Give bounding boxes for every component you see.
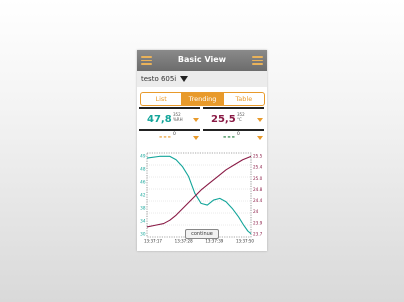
page-title: Basic View xyxy=(177,55,227,64)
right-axis-tick-label: 24.4 xyxy=(253,198,263,203)
left-axis-tick-label: 49 xyxy=(140,154,146,159)
chevron-down-icon[interactable] xyxy=(193,136,199,140)
plot-area xyxy=(146,152,252,238)
x-axis-tick-label: 13:37:50 xyxy=(236,239,254,244)
hamburger-menu-icon[interactable] xyxy=(252,56,263,65)
x-axis-tick-label: 13:37:28 xyxy=(175,239,193,244)
empty-sup-1: 0 xyxy=(173,132,176,137)
view-tabs: List Trending Table xyxy=(140,92,265,106)
top-bar: Basic View xyxy=(137,50,267,71)
left-axis-tick-label: 48 xyxy=(140,167,146,172)
humidity-unit: %RH xyxy=(173,117,183,122)
device-selector[interactable]: testo 605i xyxy=(137,71,267,87)
right-axis-tick-label: 25.5 xyxy=(253,154,263,159)
humidity-tile[interactable]: 47,8 352 %RH xyxy=(139,107,200,129)
left-axis-tick-label: 38 xyxy=(140,206,146,211)
tab-list[interactable]: List xyxy=(141,93,183,105)
right-axis-tick-label: 24.8 xyxy=(253,187,263,192)
empty-tile-2[interactable]: --- 0 xyxy=(203,129,264,145)
right-axis-tick-label: 23.9 xyxy=(253,220,263,225)
empty-sup-2: 0 xyxy=(237,132,240,137)
left-axis-tick-label: 30 xyxy=(140,232,146,237)
right-axis-tick-label: 25.4 xyxy=(253,165,263,170)
left-axis-tick-label: 46 xyxy=(140,180,146,185)
continue-button[interactable]: continue xyxy=(185,229,219,239)
phone-screen: Basic View testo 605i List Trending Tabl… xyxy=(137,50,267,251)
empty-tile-1[interactable]: --- 0 xyxy=(139,129,200,145)
chevron-down-icon[interactable] xyxy=(193,118,199,122)
chevron-down-icon[interactable] xyxy=(257,136,263,140)
tab-trending[interactable]: Trending xyxy=(182,93,224,105)
x-axis-tick-label: 13:37:17 xyxy=(144,239,162,244)
temperature-value: 25,5 xyxy=(211,114,236,125)
tab-table[interactable]: Table xyxy=(224,93,264,105)
humidity-value: 47,8 xyxy=(147,114,172,125)
empty-value-1: --- xyxy=(159,132,172,141)
right-axis-tick-label: 23.7 xyxy=(253,232,263,237)
device-name: testo 605i xyxy=(141,75,177,83)
x-axis-tick-label: 13:37:39 xyxy=(205,239,223,244)
right-axis-tick-label: 25.0 xyxy=(253,176,263,181)
right-axis-tick-label: 24 xyxy=(253,209,259,214)
empty-value-2: --- xyxy=(223,132,236,141)
chevron-down-icon[interactable] xyxy=(257,118,263,122)
left-axis-tick-label: 42 xyxy=(140,193,146,198)
temperature-unit: °C xyxy=(237,117,242,122)
dropdown-triangle-icon[interactable] xyxy=(180,76,188,82)
temperature-tile[interactable]: 25,5 352 °C xyxy=(203,107,264,129)
left-axis-tick-label: 34 xyxy=(140,219,146,224)
